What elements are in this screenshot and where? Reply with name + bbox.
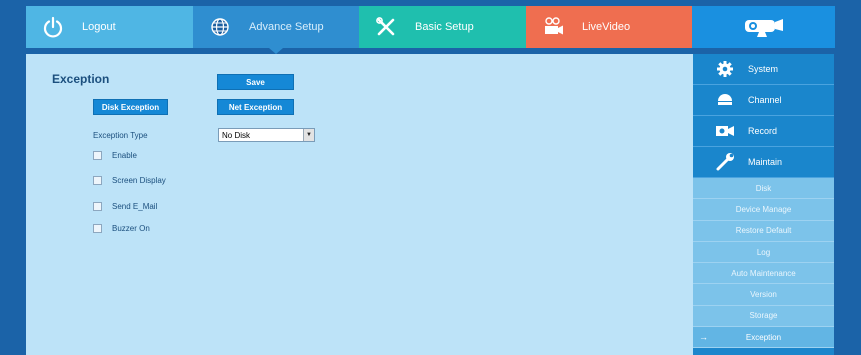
sidebar-subitem-label: Storage <box>749 311 778 321</box>
tab-live-video[interactable]: LiveVideo <box>526 6 692 48</box>
enable-label: Enable <box>112 151 137 160</box>
globe-icon <box>205 12 235 42</box>
option-enable: Enable <box>93 151 137 160</box>
screen-display-label: Screen Display <box>112 176 166 185</box>
main-panel: Exception Save Disk Exception Net Except… <box>26 54 693 355</box>
exception-type-select[interactable]: No Disk ▼ <box>218 128 315 142</box>
sidebar-subitem-auto-maintenance[interactable]: Auto Maintenance <box>693 263 834 285</box>
screen-display-checkbox[interactable] <box>93 176 102 185</box>
tab-basic-setup-label: Basic Setup <box>415 21 474 33</box>
sidebar-subitem-disk[interactable]: Disk <box>693 178 834 200</box>
tab-advance-setup-label: Advance Setup <box>249 21 324 33</box>
page-title: Exception <box>52 72 110 86</box>
sidebar-item-channel[interactable]: Channel <box>693 85 834 116</box>
tools-icon <box>371 12 401 42</box>
sidebar-subitem-label: Exception <box>745 332 782 342</box>
sidebar-item-maintain[interactable]: Maintain <box>693 147 834 178</box>
sidebar-item-channel-label: Channel <box>748 95 782 105</box>
sidebar-item-system[interactable]: System <box>693 54 834 85</box>
send-email-label: Send E_Mail <box>112 202 158 211</box>
sidebar-subitem-exception[interactable]: → Exception <box>693 327 834 349</box>
send-email-checkbox[interactable] <box>93 202 102 211</box>
top-navigation: Logout Advance Setup Basic Setup LiveVid… <box>26 6 835 54</box>
option-buzzer-on: Buzzer On <box>93 224 150 233</box>
sidebar-subitem-version[interactable]: Version <box>693 284 834 306</box>
disk-exception-button[interactable]: Disk Exception <box>93 99 168 115</box>
save-button[interactable]: Save <box>217 74 294 90</box>
wrench-icon <box>714 152 736 172</box>
sidebar-subitem-storage[interactable]: Storage <box>693 305 834 328</box>
sidebar-subitem-label: Restore Default <box>735 226 792 236</box>
dome-camera-icon <box>714 90 736 110</box>
exception-type-value: No Disk <box>222 130 251 140</box>
sidebar-item-record-label: Record <box>748 126 778 136</box>
tab-logout-label: Logout <box>82 21 116 33</box>
option-send-email: Send E_Mail <box>93 202 157 211</box>
sidebar-subitem-label: Device Manage <box>735 204 792 214</box>
sidebar-item-maintain-label: Maintain <box>748 157 783 167</box>
sidebar: System Channel Record Maintain Disk Devi… <box>693 54 834 355</box>
net-exception-button[interactable]: Net Exception <box>217 99 294 115</box>
enable-checkbox[interactable] <box>93 151 102 160</box>
buzzer-on-label: Buzzer On <box>112 224 150 233</box>
sidebar-subitem-device-manage[interactable]: Device Manage <box>693 199 834 221</box>
tab-live-video-label: LiveVideo <box>582 21 631 33</box>
sidebar-item-system-label: System <box>748 64 779 74</box>
sidebar-subitem-log[interactable]: Log <box>693 241 834 264</box>
sidebar-subitem-label: Version <box>750 290 777 300</box>
arrow-right-icon: → <box>699 332 708 343</box>
sidebar-item-record[interactable]: Record <box>693 116 834 147</box>
sidebar-subitem-label: Log <box>756 247 771 257</box>
sidebar-subitem-label: Auto Maintenance <box>731 268 796 278</box>
exception-type-label: Exception Type <box>93 131 148 140</box>
buzzer-on-checkbox[interactable] <box>93 224 102 233</box>
sidebar-subitem-label: Disk <box>755 183 772 193</box>
tab-basic-setup[interactable]: Basic Setup <box>359 6 526 48</box>
record-camera-icon <box>714 121 736 141</box>
video-camera-icon <box>538 12 568 42</box>
tab-logout[interactable]: Logout <box>26 6 193 48</box>
brand-logo <box>692 6 835 48</box>
gear-icon <box>714 59 736 79</box>
cctv-camera-logo-icon <box>739 13 789 42</box>
sidebar-subitem-restore-default[interactable]: Restore Default <box>693 220 834 242</box>
power-icon <box>38 12 68 42</box>
tab-advance-setup[interactable]: Advance Setup <box>193 6 359 54</box>
option-screen-display: Screen Display <box>93 176 166 185</box>
chevron-down-icon: ▼ <box>303 129 314 141</box>
